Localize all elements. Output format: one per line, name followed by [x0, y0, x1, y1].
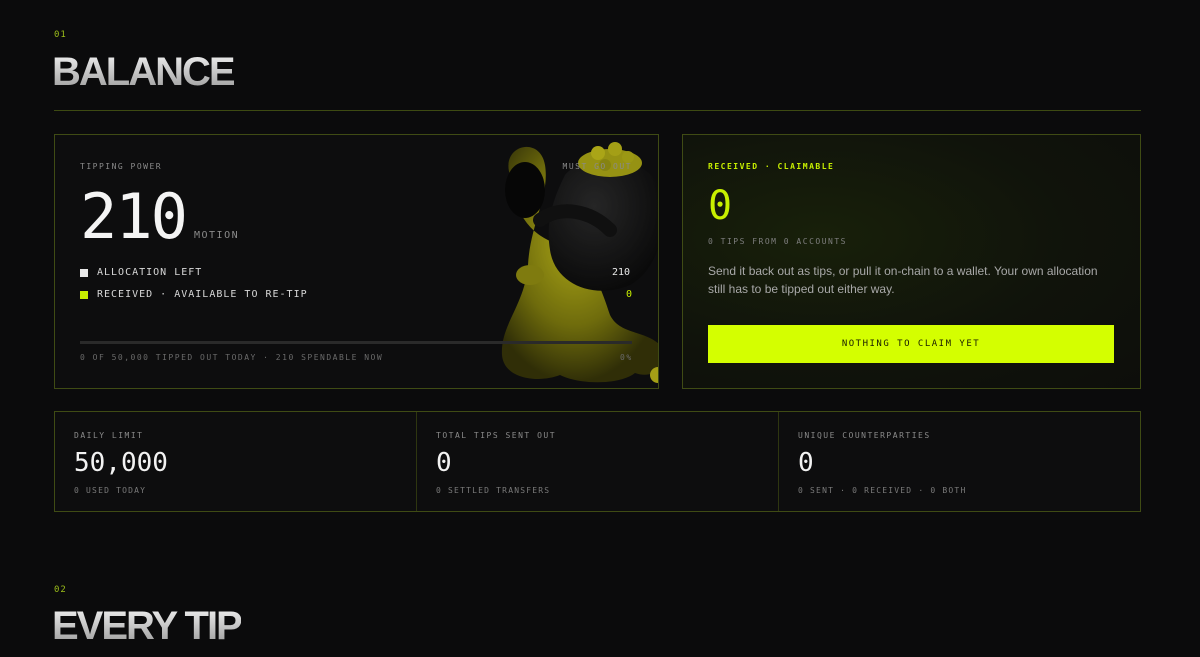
legend-value-allocation: 210 — [612, 267, 631, 278]
daily-progress-bar — [80, 341, 632, 344]
tipping-power-label: TIPPING POWER — [80, 162, 163, 171]
stats-row: DAILY LIMIT 50,000 0 USED TODAY TOTAL TI… — [54, 411, 1141, 512]
claimable-description: Send it back out as tips, or pull it on-… — [708, 264, 1098, 296]
stat-value: 50,000 — [74, 448, 168, 478]
tipping-power-card: TIPPING POWER MUST GO OUT — [54, 134, 659, 389]
section-number: 01 — [54, 30, 67, 40]
daily-progress-text: 0 OF 50,000 TIPPED OUT TODAY · 210 SPEND… — [80, 353, 384, 362]
stat-label: TOTAL TIPS SENT OUT — [436, 431, 557, 440]
stat-value: 0 — [798, 448, 814, 478]
legend-swatch-received — [80, 291, 88, 299]
stat-label: UNIQUE COUNTERPARTIES — [798, 431, 931, 440]
stat-sub: 0 SETTLED TRANSFERS — [436, 486, 551, 495]
tipping-power-value: 210 — [80, 180, 188, 253]
stat-unique-counterparties: UNIQUE COUNTERPARTIES 0 0 SENT · 0 RECEI… — [779, 412, 1140, 511]
stat-value: 0 — [436, 448, 452, 478]
legend-label-received: RECEIVED · AVAILABLE TO RE-TIP — [97, 289, 308, 300]
claimable-value: 0 — [708, 183, 733, 229]
stat-daily-limit: DAILY LIMIT 50,000 0 USED TODAY — [55, 412, 417, 511]
claimable-title: RECEIVED · CLAIMABLE — [708, 162, 835, 171]
legend-swatch-allocation — [80, 269, 88, 277]
stat-sub: 0 SENT · 0 RECEIVED · 0 BOTH — [798, 486, 967, 495]
divider — [54, 110, 1141, 111]
must-go-out-label: MUST GO OUT — [562, 162, 632, 171]
claimable-subtitle: 0 TIPS FROM 0 ACCOUNTS — [708, 237, 847, 246]
daily-progress-percent: 0% — [620, 353, 633, 362]
section-number: 02 — [54, 585, 67, 595]
claim-button[interactable]: NOTHING TO CLAIM YET — [708, 325, 1114, 363]
money-bag-mascot-icon — [501, 142, 658, 383]
section-title: EVERY TIP — [52, 604, 243, 648]
legend-value-received: 0 — [626, 289, 633, 300]
stat-total-tips-sent: TOTAL TIPS SENT OUT 0 0 SETTLED TRANSFER… — [417, 412, 779, 511]
stat-label: DAILY LIMIT — [74, 431, 144, 440]
legend-label-allocation: ALLOCATION LEFT — [97, 267, 203, 278]
tipping-power-unit: MOTION — [194, 230, 240, 241]
stat-sub: 0 USED TODAY — [74, 486, 147, 495]
section-title: BALANCE — [52, 50, 236, 94]
page: 01 BALANCE TIPPING POWER MUST GO OUT 210… — [0, 0, 1200, 657]
